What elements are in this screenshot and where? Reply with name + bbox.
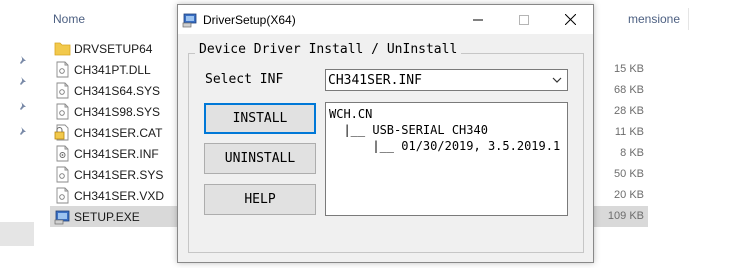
navigation-pane bbox=[0, 0, 40, 268]
maximize-button bbox=[501, 5, 547, 34]
help-button[interactable]: HELP bbox=[204, 184, 316, 215]
file-size: 50 KB bbox=[614, 168, 644, 180]
pin-icon bbox=[18, 55, 28, 65]
file-size: 28 KB bbox=[614, 105, 644, 117]
setup-info-icon bbox=[54, 145, 71, 162]
file-name: DRVSETUP64 bbox=[74, 42, 153, 56]
driver-vendor-line: WCH.CN bbox=[329, 107, 373, 121]
file-name: CH341S98.SYS bbox=[74, 105, 161, 119]
security-catalog-icon bbox=[54, 124, 71, 141]
driver-info-box[interactable]: WCH.CN |__ USB-SERIAL CH340 |__ 01/30/20… bbox=[325, 102, 568, 216]
file-name: SETUP.EXE bbox=[74, 210, 140, 224]
driver-setup-dialog: DriverSetup(X64) Device Driver Install /… bbox=[177, 4, 594, 263]
title-bar[interactable]: DriverSetup(X64) bbox=[178, 5, 593, 34]
close-button[interactable] bbox=[547, 5, 593, 34]
file-icon bbox=[54, 187, 71, 204]
file-icon bbox=[54, 103, 71, 120]
groupbox-label: Device Driver Install / UnInstall bbox=[195, 42, 462, 57]
file-name: CH341SER.VXD bbox=[74, 189, 165, 203]
file-name: CH341SER.INF bbox=[74, 147, 159, 161]
setup-exe-icon bbox=[54, 208, 71, 225]
pin-icon bbox=[18, 101, 28, 111]
dialog-title: DriverSetup(X64) bbox=[203, 13, 296, 27]
inf-dropdown-value: CH341SER.INF bbox=[328, 73, 422, 88]
inf-dropdown[interactable]: CH341SER.INF bbox=[325, 69, 568, 91]
folder-icon bbox=[54, 40, 71, 57]
file-size: 20 KB bbox=[614, 189, 644, 201]
column-name-header[interactable]: Nome bbox=[53, 12, 85, 26]
file-name: CH341SER.CAT bbox=[74, 126, 163, 140]
file-name: CH341SER.SYS bbox=[74, 168, 164, 182]
setup-app-icon bbox=[182, 12, 198, 28]
driver-device-line: |__ USB-SERIAL CH340 bbox=[329, 123, 488, 137]
file-size: 109 KB bbox=[607, 210, 644, 222]
file-name: CH341PT.DLL bbox=[74, 63, 151, 77]
file-size: 15 KB bbox=[614, 63, 644, 75]
uninstall-button[interactable]: UNINSTALL bbox=[204, 143, 316, 174]
minimize-button[interactable] bbox=[455, 5, 501, 34]
driver-version-line: |__ 01/30/2019, 3.5.2019.1 bbox=[329, 139, 561, 153]
select-inf-label: Select INF bbox=[205, 72, 284, 87]
file-size: 11 KB bbox=[614, 126, 644, 138]
install-button[interactable]: INSTALL bbox=[204, 103, 316, 134]
file-size: 68 KB bbox=[614, 84, 644, 96]
chevron-down-icon[interactable] bbox=[551, 74, 563, 86]
pin-icon bbox=[18, 76, 28, 86]
file-icon bbox=[54, 166, 71, 183]
column-size-header[interactable]: mensione bbox=[628, 12, 680, 26]
nav-selected-item[interactable] bbox=[0, 222, 34, 246]
file-icon bbox=[54, 61, 71, 78]
file-size: 8 KB bbox=[620, 147, 644, 159]
column-divider[interactable] bbox=[688, 8, 689, 30]
pin-icon bbox=[18, 126, 28, 136]
file-icon bbox=[54, 82, 71, 99]
file-name: CH341S64.SYS bbox=[74, 84, 161, 98]
